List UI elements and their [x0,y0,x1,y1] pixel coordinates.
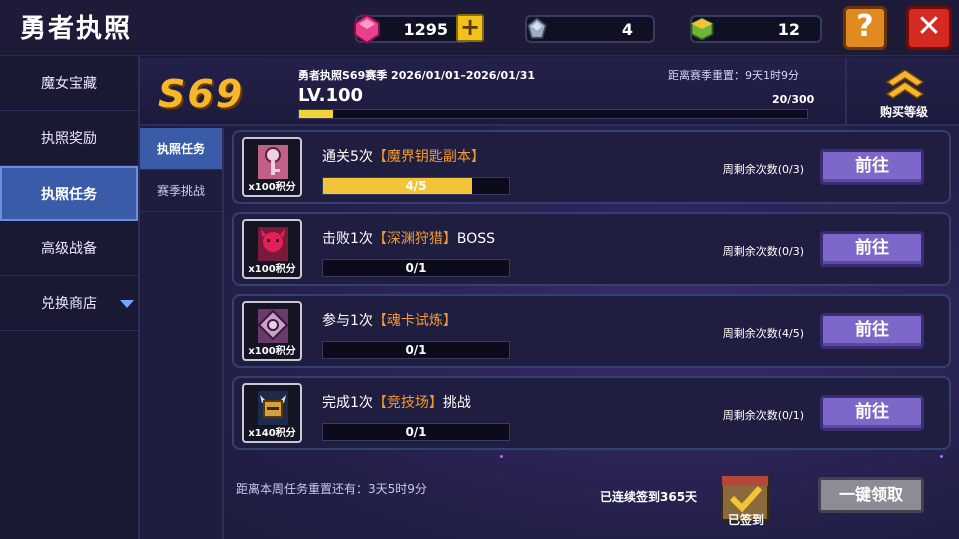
task-row: x100积分 击败1次【深渊狩猎】BOSS 0/1 周剩余次数(0/3) 前往 [232,212,951,286]
task-description: 通关5次【魔界钥匙副本】 [322,146,485,166]
task-row: x100积分 参与1次【魂卡试炼】 0/1 周剩余次数(4/5) 前往 [232,294,951,368]
task-action: 参与1次 [322,313,373,329]
task-suffix: BOSS [456,231,496,247]
help-button[interactable]: ? [843,6,887,50]
season-header: S69 勇者执照S69赛季 2026/01/01–2026/01/31 LV.1… [140,58,959,126]
weekly-reset-note: 距离本周任务重置还有：3天5时9分 [236,482,427,496]
task-action: 通关5次 [322,149,373,165]
chevron-down-icon [120,300,134,308]
sidebar-item-advanced-prep[interactable]: 高级战备 [0,221,138,276]
task-target: 【深渊狩猎】 [372,231,457,247]
tab-label: 执照任务 [156,142,205,156]
cube-counter: 12 [690,15,822,43]
task-progress-bar: 4/5 [322,177,510,195]
task-weekly-remaining: 周剩余次数(0/3) [722,245,804,258]
task-icon-frame: x100积分 [242,219,302,279]
window-title: 勇者执照 [20,14,133,44]
task-action: 完成1次 [322,395,373,411]
sidebar-item-license-tasks[interactable]: 执照任务 [0,166,138,221]
cube-icon [690,17,714,41]
question-icon: ? [856,9,874,44]
task-icon-frame: x140积分 [242,383,302,443]
crystal-icon [527,17,547,39]
task-points: x140积分 [248,428,296,439]
exp-text: 20/300 [772,93,815,106]
sidebar-item-label: 魔女宝藏 [41,76,97,92]
cube-count: 12 [777,20,800,39]
sidebar-item-label: 兑换商店 [41,296,97,312]
season-badge: S69 [158,72,245,116]
task-icon-frame: x100积分 [242,301,302,361]
top-bar: 勇者执照 1295 + 4 12 ? ✕ [0,0,959,56]
task-target: 【竞技场】 [372,395,443,411]
exp-progress-bar [298,109,808,119]
task-weekly-remaining: 周剩余次数(4/5) [722,327,804,340]
go-button[interactable]: 前往 [820,313,924,349]
go-button[interactable]: 前往 [820,395,924,431]
task-target: 【魂卡试炼】 [372,313,457,329]
sidebar-item-label: 执照任务 [41,186,97,203]
task-progress-text: 0/1 [405,343,427,357]
sidebar-item-witch-treasure[interactable]: 魔女宝藏 [0,56,138,111]
sidebar-item-license-rewards[interactable]: 执照奖励 [0,111,138,166]
tab-label: 赛季挑战 [156,184,205,198]
helmet-icon [258,391,288,425]
task-target: 【魔界钥匙副本】 [372,149,485,165]
sidebar-item-label: 执照奖励 [41,131,97,147]
task-row: x140积分 完成1次【竞技场】挑战 0/1 周剩余次数(0/1) 前往 [232,376,951,450]
task-action: 击败1次 [322,231,373,247]
sparkle [940,455,943,458]
close-icon: ✕ [916,9,942,44]
task-weekly-remaining: 周剩余次数(0/3) [722,163,804,176]
close-button[interactable]: ✕ [906,6,952,50]
sparkle [500,455,503,458]
tab-season-challenge[interactable]: 赛季挑战 [140,170,222,212]
task-progress-text: 4/5 [405,179,427,193]
season-countdown: 距离赛季重置：9天1时9分 [668,69,799,82]
task-weekly-remaining: 周剩余次数(0/1) [722,409,804,422]
task-progress-bar: 0/1 [322,423,510,441]
sidebar-item-label: 高级战备 [41,241,97,257]
claim-all-button[interactable]: 一键领取 [818,477,924,513]
tab-license-tasks[interactable]: 执照任务 [140,128,222,170]
license-level: LV.100 [298,85,364,106]
task-description: 参与1次【魂卡试炼】 [322,310,457,330]
task-description: 击败1次【深渊狩猎】BOSS [322,228,495,248]
double-chevron-up-icon [885,70,925,99]
task-description: 完成1次【竞技场】挑战 [322,392,471,412]
task-points: x100积分 [248,264,296,275]
sidebar: 魔女宝藏 执照奖励 执照任务 高级战备 兑换商店 [0,56,140,539]
crystal-counter: 4 [525,15,655,43]
task-progress-text: 0/1 [405,425,427,439]
buy-level-button[interactable]: 购买等级 [845,58,959,126]
go-button[interactable]: 前往 [820,149,924,185]
signed-in-label: 已签到 [727,513,764,527]
key-icon [258,145,288,179]
crystal-count: 4 [621,20,633,39]
buy-level-label: 购买等级 [879,105,928,119]
exp-progress-fill [299,110,334,118]
add-gems-button[interactable]: + [456,14,484,42]
task-suffix: 挑战 [442,395,471,411]
card-icon [257,309,289,343]
season-title: 勇者执照S69赛季 2026/01/01–2026/01/31 [298,69,536,82]
gem-counter: 1295 + [354,13,484,45]
sign-in-streak: 已连续签到365天 [600,490,698,504]
task-points: x100积分 [248,182,296,193]
gem-count: 1295 [403,20,448,39]
task-progress-bar: 0/1 [322,341,510,359]
go-button[interactable]: 前往 [820,231,924,267]
pink-gem-icon [354,13,380,45]
task-icon-frame: x100积分 [242,137,302,197]
demon-icon [258,227,288,261]
task-progress-bar: 0/1 [322,259,510,277]
sub-tabs: 执照任务 赛季挑战 [140,128,224,539]
sidebar-item-exchange-shop[interactable]: 兑换商店 [0,276,138,331]
task-row: x100积分 通关5次【魔界钥匙副本】 4/5 周剩余次数(0/3) 前往 [232,130,951,204]
task-points: x100积分 [248,346,296,357]
task-progress-text: 0/1 [405,261,427,275]
